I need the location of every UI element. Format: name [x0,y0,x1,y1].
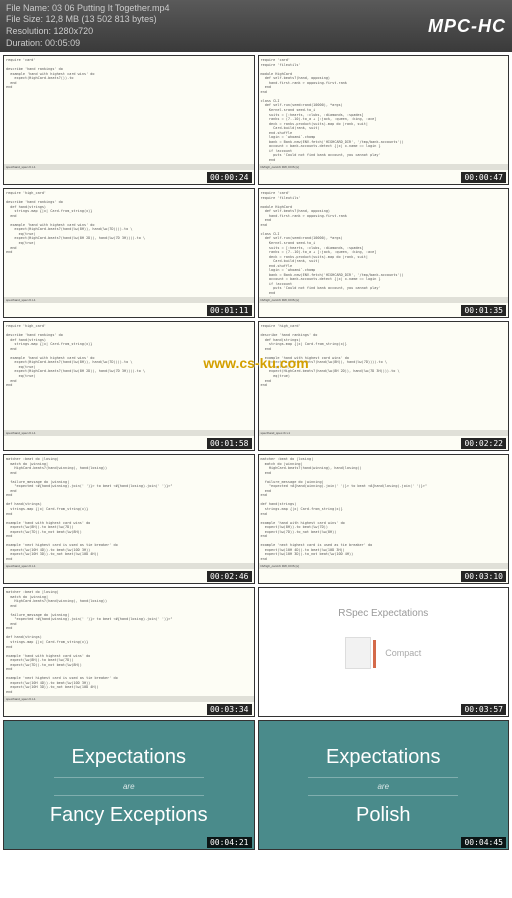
code-content: matcher :beat do |losing| match do |winn… [4,455,254,564]
resolution-label: Resolution: [6,26,51,36]
slide-mid: are [377,782,389,791]
thumb-10[interactable]: RSpec Expectations Compact 00:03:57 [258,587,510,717]
thumb-7[interactable]: matcher :beat do |losing| match do |winn… [3,454,255,584]
filesize-value: 12,8 MB (13 502 813 bytes) [46,14,157,24]
code-content: require 'card' require 'fileutils' modul… [259,189,509,307]
thumb-8[interactable]: matcher :beat do |losing| match do |winn… [258,454,510,584]
editor-status: lib/high_card.rb RW, DOS [s] [259,164,509,170]
thumb-11[interactable]: Expectations are Fancy Exceptions 00:04:… [3,720,255,850]
timestamp: 00:01:35 [461,305,506,316]
rspec-slide: RSpec Expectations Compact [259,588,509,717]
editor-status: spec/hand_spec.rb L1 [4,563,254,569]
timestamp: 00:04:45 [461,837,506,848]
code-content: matcher :beat do |losing| match do |winn… [4,588,254,697]
editor-status: spec/hand_spec.rb L1 [4,696,254,702]
slide-subheading: Polish [356,804,410,827]
resolution-value: 1280x720 [54,26,94,36]
watermark: www.cs-ku.com [203,355,308,371]
app-logo: MPC-HC [428,16,506,37]
timestamp: 00:02:22 [461,438,506,449]
duration-value: 00:05:09 [45,38,80,48]
timestamp: 00:04:21 [207,837,252,848]
divider [308,777,458,778]
filesize-label: File Size: [6,14,43,24]
editor-status: spec/hand_spec.rb L1 [259,430,509,436]
thumbnail-grid: require 'card' describe 'hand rankings' … [0,52,512,853]
duration-label: Duration: [6,38,43,48]
thumb-2[interactable]: require 'card' require 'fileutils' modul… [258,55,510,185]
file-info: File Name: 03 06 Putting It Together.mp4… [6,3,169,50]
code-content: require 'card' describe 'hand rankings' … [4,56,254,92]
thumb-3[interactable]: require 'high_card' describe 'hand ranki… [3,188,255,318]
thumb-1[interactable]: require 'card' describe 'hand rankings' … [3,55,255,185]
divider [54,777,204,778]
timestamp: 00:03:10 [461,571,506,582]
teal-slide: Expectations are Fancy Exceptions [4,721,254,850]
divider [308,795,458,796]
timestamp: 00:02:46 [207,571,252,582]
timestamp: 00:01:11 [207,305,252,316]
thumb-12[interactable]: Expectations are Polish 00:04:45 [258,720,510,850]
slide-subtitle: Compact [385,648,421,658]
code-content: matcher :beat do |losing| match do |winn… [259,455,509,564]
timestamp: 00:00:47 [461,172,506,183]
timestamp: 00:03:57 [461,704,506,715]
slide-heading: Expectations [326,746,441,769]
editor-status: lib/high_card.rb RW, DOS [s] [259,563,509,569]
slide-heading: Expectations [71,746,186,769]
checklist-icon [345,637,371,669]
thumb-5[interactable]: require 'high_card' describe 'hand ranki… [3,321,255,451]
slide-subheading: Fancy Exceptions [50,804,208,827]
editor-status: spec/hand_spec.rb L1 [4,430,254,436]
code-content: require 'high_card' describe 'hand ranki… [4,189,254,257]
slide-mid: are [123,782,135,791]
slide-title: RSpec Expectations [259,608,509,619]
filename-value: 03 06 Putting It Together.mp4 [52,3,169,13]
divider [54,795,204,796]
editor-status: spec/hand_spec.rb L1 [4,164,254,170]
timestamp: 00:00:24 [207,172,252,183]
thumb-4[interactable]: require 'card' require 'fileutils' modul… [258,188,510,318]
editor-status: lib/high_card.rb RW, DOS [s] [259,297,509,303]
player-header: File Name: 03 06 Putting It Together.mp4… [0,0,512,52]
teal-slide: Expectations are Polish [259,721,509,850]
thumb-6[interactable]: require 'high_card' describe 'hand ranki… [258,321,510,451]
timestamp: 00:01:58 [207,438,252,449]
code-content: require 'card' require 'fileutils' modul… [259,56,509,174]
timestamp: 00:03:34 [207,704,252,715]
filename-label: File Name: [6,3,50,13]
pencil-icon [373,640,376,668]
thumb-9[interactable]: matcher :beat do |losing| match do |winn… [3,587,255,717]
editor-status: spec/hand_spec.rb L1 [4,297,254,303]
